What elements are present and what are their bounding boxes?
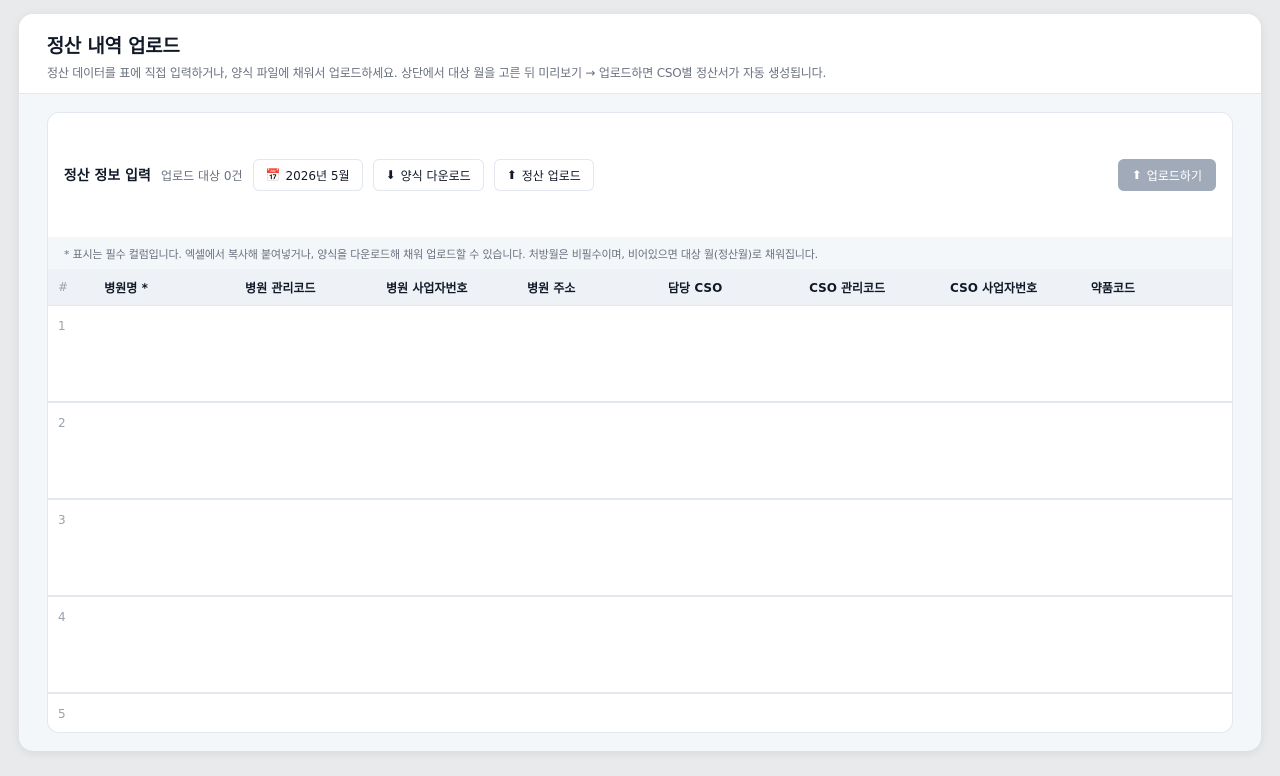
table-body: 1 2 3 4 5	[48, 306, 1232, 732]
month-picker-button[interactable]: 📅 2026년 5월	[252, 159, 363, 191]
page-title: 정산 내역 업로드	[47, 35, 180, 57]
calendar-icon: 📅	[265, 168, 281, 182]
row-number: 4	[58, 610, 66, 624]
upload-count: 업로드 대상 0건	[161, 168, 243, 183]
row-number: 2	[58, 416, 66, 430]
submit-upload-icon: ⬆	[1131, 168, 1142, 182]
table-row[interactable]: 1	[48, 306, 1232, 403]
table-header: # 병원명 * 병원 관리코드 병원 사업자번호 병원 주소 담당 CSO CS…	[48, 269, 1232, 306]
download-icon: ⬇	[385, 168, 396, 182]
template-download-label: 양식 다운로드	[400, 168, 471, 183]
column-header-hospital-address: 병원 주소	[527, 280, 576, 295]
section-title: 정산 정보 입력	[64, 168, 152, 184]
page-header: 정산 내역 업로드 정산 데이터를 표에 직접 입력하거나, 양식 파일에 채워…	[19, 14, 1261, 94]
table-row[interactable]: 5	[48, 694, 1232, 732]
submit-upload-button[interactable]: ⬆ 업로드하기	[1117, 159, 1216, 191]
settlement-upload-button[interactable]: ⬆ 정산 업로드	[493, 159, 594, 191]
row-number-header: #	[58, 280, 69, 294]
row-number: 3	[58, 513, 66, 527]
row-number: 1	[58, 319, 66, 333]
column-header-hospital-name: 병원명 *	[104, 280, 148, 295]
column-header-hospital-code: 병원 관리코드	[245, 280, 316, 295]
column-header-drug-code: 약품코드	[1091, 280, 1136, 295]
row-number: 5	[58, 707, 66, 721]
page-description: 정산 데이터를 표에 직접 입력하거나, 양식 파일에 채워서 업로드하세요. …	[47, 66, 827, 80]
required-columns-notice: * 표시는 필수 컬럼입니다. 엑셀에서 복사해 붙여넣거나, 양식을 다운로드…	[48, 237, 1232, 269]
month-picker-label: 2026년 5월	[285, 168, 350, 183]
table-row[interactable]: 3	[48, 500, 1232, 597]
toolbar: 정산 정보 입력 업로드 대상 0건 📅 2026년 5월 ⬇ 양식 다운로드 …	[48, 113, 1232, 237]
submit-upload-label: 업로드하기	[1146, 168, 1202, 183]
settlement-input-card: 정산 정보 입력 업로드 대상 0건 📅 2026년 5월 ⬇ 양식 다운로드 …	[47, 112, 1233, 733]
column-header-cso-code: CSO 관리코드	[809, 280, 886, 295]
column-header-assigned-cso: 담당 CSO	[668, 280, 723, 295]
settlement-upload-label: 정산 업로드	[521, 168, 581, 183]
table-row[interactable]: 4	[48, 597, 1232, 694]
upload-panel: 정산 내역 업로드 정산 데이터를 표에 직접 입력하거나, 양식 파일에 채워…	[19, 14, 1261, 751]
column-header-hospital-business-number: 병원 사업자번호	[386, 280, 468, 295]
upload-icon: ⬆	[506, 168, 517, 182]
column-header-cso-business-number: CSO 사업자번호	[950, 280, 1038, 295]
template-download-button[interactable]: ⬇ 양식 다운로드	[372, 159, 484, 191]
table-row[interactable]: 2	[48, 403, 1232, 500]
